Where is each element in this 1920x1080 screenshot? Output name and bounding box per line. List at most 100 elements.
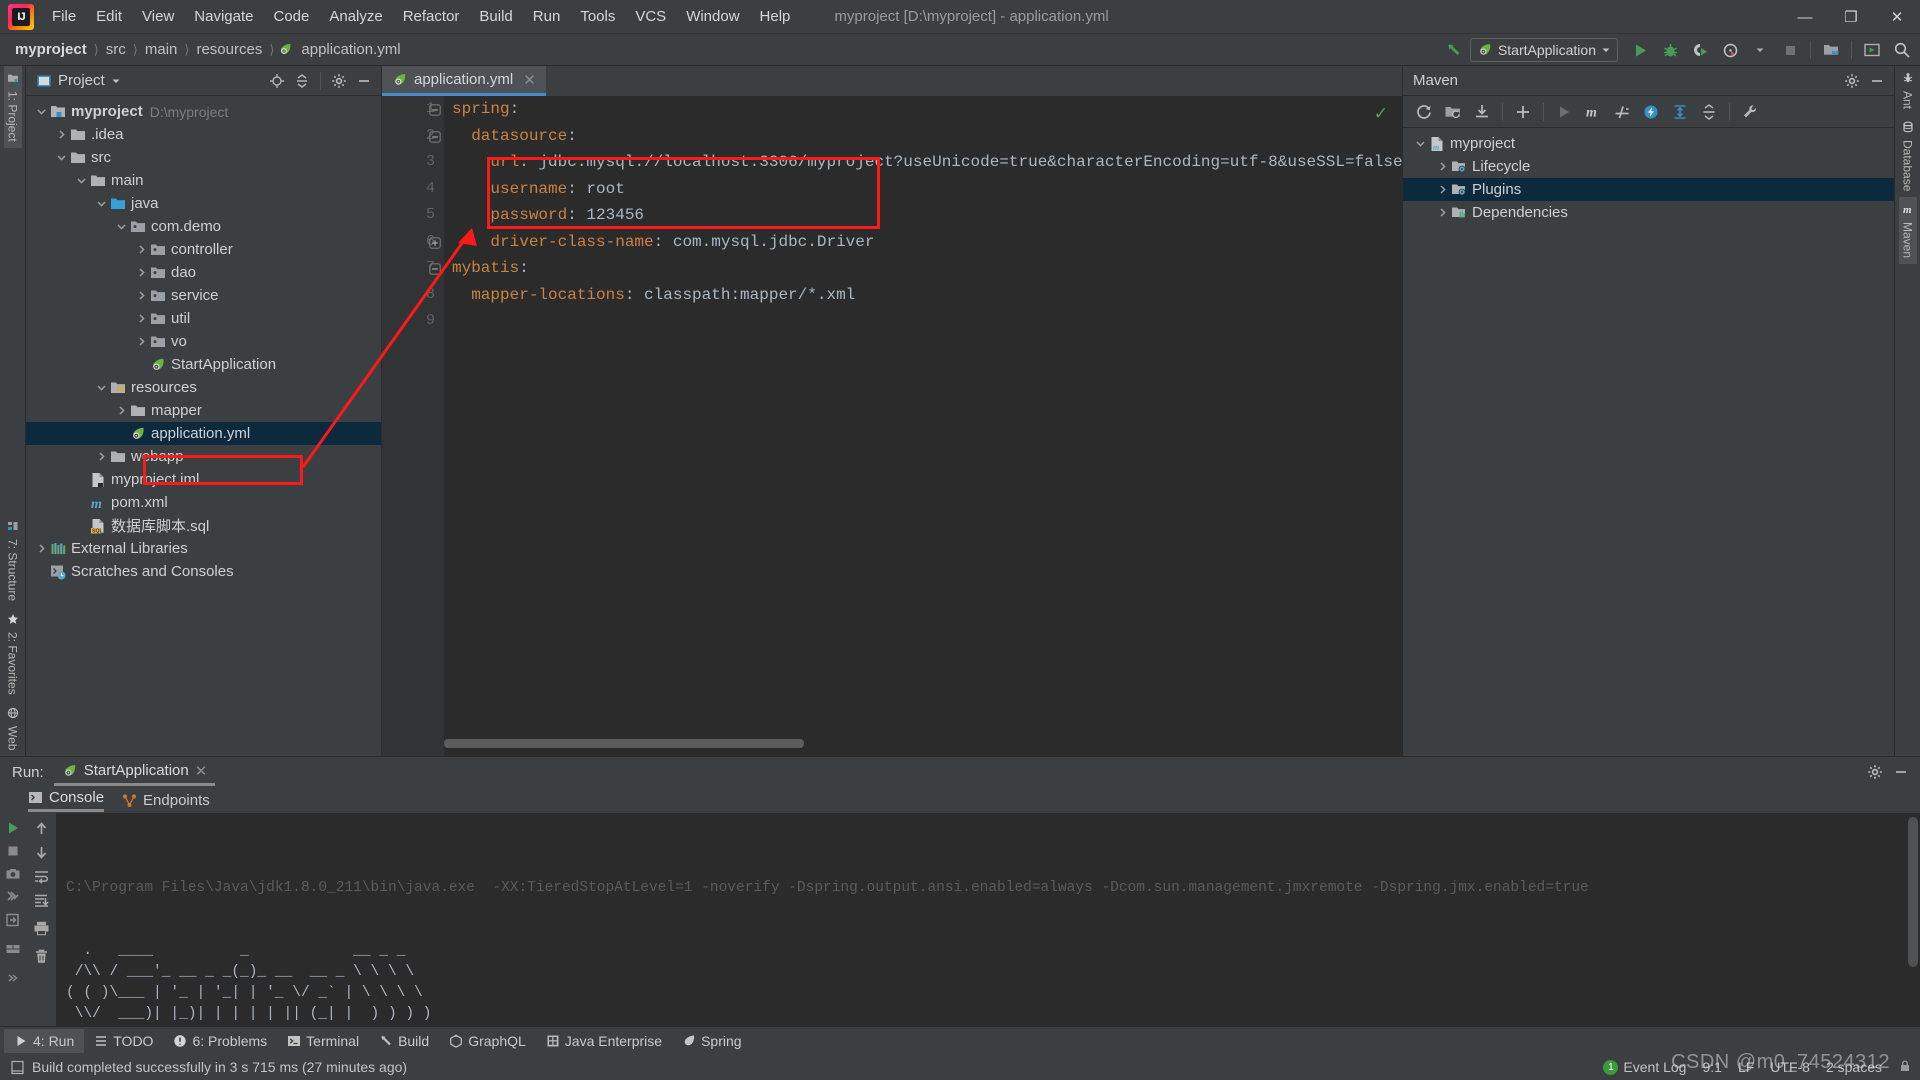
- down-icon[interactable]: [30, 841, 52, 863]
- tree-row-webapp[interactable]: webapp: [26, 445, 381, 468]
- inspection-status-icon[interactable]: ✓: [1374, 104, 1388, 124]
- generate-sources-icon[interactable]: [1440, 100, 1466, 124]
- menu-build[interactable]: Build: [469, 4, 522, 29]
- chevron-down-icon[interactable]: [114, 219, 129, 234]
- indent-setting[interactable]: 2 spaces: [1826, 1059, 1882, 1075]
- sidebar-item-structure[interactable]: 7: Structure: [4, 514, 22, 607]
- tree-row-application-yml[interactable]: application.yml: [26, 422, 381, 445]
- scroll-to-end-icon[interactable]: [30, 889, 52, 911]
- screenshot-icon[interactable]: [2, 863, 24, 885]
- chevron-right-icon[interactable]: [94, 449, 109, 464]
- run-configuration-selector[interactable]: StartApplication: [1469, 38, 1618, 62]
- stop-icon[interactable]: [1776, 37, 1804, 63]
- hide-icon[interactable]: [1866, 70, 1888, 92]
- chevron-right-icon[interactable]: [1435, 182, 1450, 197]
- tool-window-button-4-run[interactable]: 4: Run: [4, 1028, 85, 1053]
- line-separator[interactable]: LF: [1738, 1059, 1754, 1075]
- more-icon[interactable]: [2, 967, 24, 989]
- menu-code[interactable]: Code: [263, 4, 319, 29]
- sidebar-item-database[interactable]: Database: [1899, 115, 1917, 197]
- search-icon[interactable]: [1888, 37, 1916, 63]
- run-coverage-icon[interactable]: [1686, 37, 1714, 63]
- close-icon[interactable]: ✕: [523, 71, 536, 89]
- tool-window-button-6-problems[interactable]: 6: Problems: [163, 1029, 277, 1053]
- chevron-right-icon[interactable]: [134, 288, 149, 303]
- menu-file[interactable]: File: [42, 4, 86, 29]
- editor-gutter[interactable]: 123456789: [382, 96, 444, 756]
- tree-row-external-libraries[interactable]: External Libraries: [26, 537, 381, 560]
- stop-icon[interactable]: [2, 840, 24, 862]
- editor-tab-application-yml[interactable]: application.yml ✕: [382, 66, 546, 96]
- chevron-right-icon[interactable]: [54, 127, 69, 142]
- run-icon[interactable]: [1551, 100, 1577, 124]
- menu-window[interactable]: Window: [676, 4, 749, 29]
- chevron-down-icon[interactable]: [1413, 136, 1428, 151]
- menu-analyze[interactable]: Analyze: [319, 4, 392, 29]
- print-icon[interactable]: [30, 917, 52, 939]
- gear-icon[interactable]: [328, 70, 350, 92]
- collapse-all-icon[interactable]: [291, 70, 313, 92]
- rerun-icon[interactable]: [2, 817, 24, 839]
- expand-all-icon[interactable]: [1667, 100, 1693, 124]
- tree-row-myproject[interactable]: m myproject: [1403, 132, 1894, 155]
- breadcrumb-item-main[interactable]: main: [142, 41, 181, 58]
- code-folding-icon[interactable]: [429, 236, 441, 249]
- reimport-icon[interactable]: [1411, 100, 1437, 124]
- add-maven-project-icon[interactable]: [1510, 100, 1536, 124]
- tool-window-button-java-enterprise[interactable]: Java Enterprise: [536, 1029, 672, 1053]
- toggle-skip-tests-icon[interactable]: [1609, 100, 1635, 124]
- tree-row-src[interactable]: src: [26, 146, 381, 169]
- menu-edit[interactable]: Edit: [86, 4, 132, 29]
- breadcrumb-item-resources[interactable]: resources: [193, 41, 265, 58]
- tab-endpoints[interactable]: Endpoints: [122, 792, 210, 809]
- tool-window-button-build[interactable]: Build: [369, 1029, 439, 1053]
- menu-help[interactable]: Help: [750, 4, 801, 29]
- tree-row-pom-xml[interactable]: m pom.xml: [26, 491, 381, 514]
- project-tree[interactable]: myproject D:\myproject .idea src main java com…: [26, 96, 381, 756]
- update-icon[interactable]: [1858, 37, 1886, 63]
- tree-row-mapper[interactable]: mapper: [26, 399, 381, 422]
- hide-icon[interactable]: [353, 70, 375, 92]
- menu-run[interactable]: Run: [523, 4, 571, 29]
- tree-row-controller[interactable]: controller: [26, 238, 381, 261]
- chevron-right-icon[interactable]: [134, 242, 149, 257]
- run-icon[interactable]: [1626, 37, 1654, 63]
- chevron-down-icon[interactable]: [74, 173, 89, 188]
- menu-navigate[interactable]: Navigate: [184, 4, 263, 29]
- chevron-down-icon[interactable]: [94, 196, 109, 211]
- tree-row-dao[interactable]: dao: [26, 261, 381, 284]
- close-icon[interactable]: ✕: [195, 762, 208, 780]
- tree-row-myproject-iml[interactable]: myproject.iml: [26, 468, 381, 491]
- project-panel-title-group[interactable]: Project: [36, 72, 121, 89]
- tool-window-button-graphql[interactable]: GraphQL: [439, 1029, 536, 1053]
- chevron-down-icon[interactable]: [94, 380, 109, 395]
- gear-icon[interactable]: [1841, 70, 1863, 92]
- tree-row-scratches-and-consoles[interactable]: Scratches and Consoles: [26, 560, 381, 583]
- breadcrumb-item-myproject[interactable]: myproject: [12, 41, 90, 58]
- settings-wrench-icon[interactable]: [1737, 100, 1763, 124]
- tab-console[interactable]: Console: [28, 789, 105, 812]
- toggle-offline-icon[interactable]: [1638, 100, 1664, 124]
- code-line[interactable]: password: 123456: [452, 202, 1402, 229]
- chevron-right-icon[interactable]: [134, 311, 149, 326]
- sidebar-item-favorites[interactable]: 2: Favorites: [4, 607, 22, 701]
- chevron-right-icon[interactable]: [114, 403, 129, 418]
- code-folding-icon[interactable]: [429, 262, 441, 275]
- close-button[interactable]: ✕: [1874, 0, 1920, 34]
- tree-row-sql[interactable]: SQL 数据库脚本.sql: [26, 514, 381, 537]
- sidebar-item-web[interactable]: Web: [4, 701, 22, 756]
- menu-view[interactable]: View: [132, 4, 184, 29]
- console-scrollbar-thumb[interactable]: [1908, 817, 1918, 967]
- tree-row-java[interactable]: java: [26, 192, 381, 215]
- chevron-down-icon[interactable]: [111, 76, 121, 86]
- tree-row-dependencies[interactable]: Dependencies: [1403, 201, 1894, 224]
- tool-window-button-todo[interactable]: TODO: [84, 1029, 163, 1053]
- tree-row-resources[interactable]: resources: [26, 376, 381, 399]
- minimize-button[interactable]: —: [1782, 0, 1828, 34]
- console-output[interactable]: C:\Program Files\Java\jdk1.8.0_211\bin\j…: [56, 813, 1920, 1026]
- chevron-right-icon[interactable]: [34, 541, 49, 556]
- up-icon[interactable]: [30, 817, 52, 839]
- chevron-down-icon[interactable]: [1746, 37, 1774, 63]
- code-line[interactable]: mybatis:: [452, 255, 1402, 282]
- chevron-right-icon[interactable]: [1435, 159, 1450, 174]
